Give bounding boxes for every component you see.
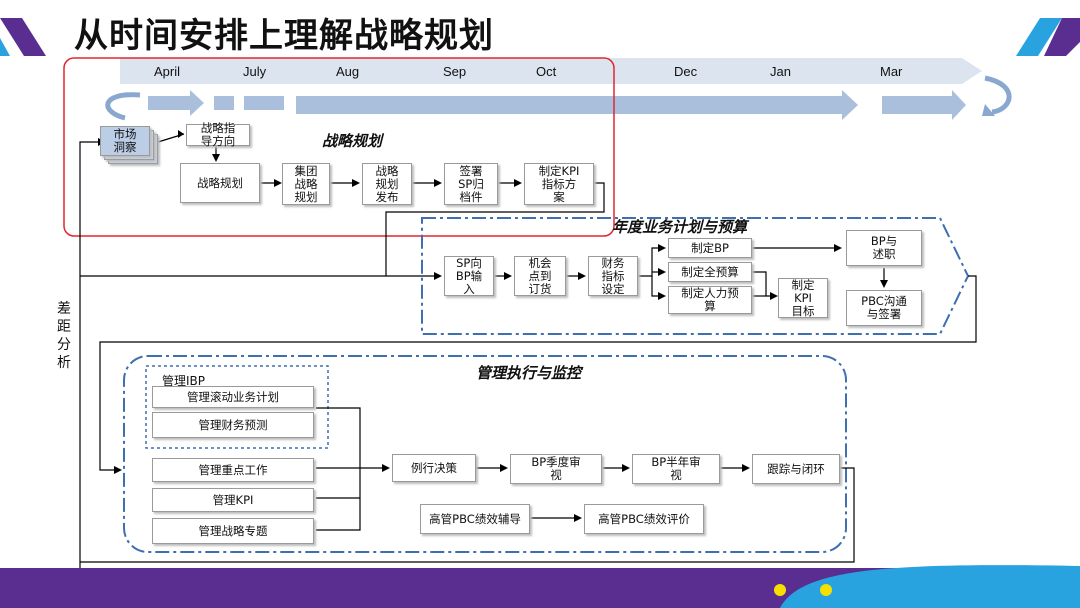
bp-quarter-review-box: BP季度审 视	[510, 454, 602, 484]
market-insight-box: 市场 洞察	[100, 126, 150, 156]
strategy-topic-box: 管理战略专题	[152, 518, 314, 544]
group-strategy-box: 集团 战略 规划	[282, 163, 330, 205]
pbc-sign-box: PBC沟通 与签署	[846, 290, 922, 326]
bp-half-review-box: BP半年审 视	[632, 454, 720, 484]
track-close-box: 跟踪与闭环	[752, 454, 840, 484]
strategy-plan-box: 战略规划	[180, 163, 260, 203]
month-aug: Aug	[336, 64, 360, 79]
sign-sp-box: 签署 SP归 档件	[444, 163, 498, 205]
month-dec: Dec	[674, 64, 698, 79]
month-jan: Jan	[770, 64, 791, 79]
pbc-coaching-box: 高管PBC绩效辅导	[420, 504, 530, 534]
page-title: 从时间安排上理解战略规划	[74, 16, 494, 56]
rolling-plan-box: 管理滚动业务计划	[152, 386, 314, 408]
gap-analysis-label: 差 距 分 析	[57, 301, 71, 371]
timeline-dash-2	[244, 96, 284, 110]
timeline-arrow-main	[296, 90, 858, 120]
section-annual-label: 年度业务计划与预算	[612, 218, 748, 236]
month-sep: Sep	[443, 64, 467, 79]
timeline-arrow-end	[882, 90, 966, 120]
month-april: April	[154, 64, 181, 79]
month-mar: Mar	[880, 64, 903, 79]
loop-arrow-right	[984, 75, 1012, 115]
strategy-release-box: 战略 规划 发布	[362, 163, 412, 205]
dot-yellow-1	[774, 584, 786, 596]
pbc-evaluation-box: 高管PBC绩效评价	[584, 504, 704, 534]
full-budget-box: 制定全预算	[668, 262, 752, 282]
month-oct: Oct	[536, 64, 557, 79]
corner-stripe-blue	[0, 38, 10, 56]
kpi-plan-box: 制定KPI 指标方 案	[524, 163, 594, 205]
strategy-guide-box: 战略指 导方向	[186, 122, 250, 148]
corner-stripe-purple	[0, 18, 46, 56]
make-bp-box: 制定BP	[668, 238, 752, 258]
bp-report-box: BP与 述职	[846, 230, 922, 266]
hr-budget-box: 制定人力预 算	[668, 286, 752, 314]
timeline-arrow-1	[148, 90, 204, 116]
section-strategy-label: 战略规划	[322, 132, 383, 150]
finance-target-box: 财务 指标 设定	[588, 256, 638, 296]
sp-to-bp-box: SP向 BP输 入	[444, 256, 494, 296]
manage-kpi-box: 管理KPI	[152, 488, 314, 512]
dot-yellow-2	[820, 584, 832, 596]
routine-decision-box: 例行决策	[392, 454, 476, 482]
opportunity-box: 机会 点到 订货	[514, 256, 566, 296]
kpi-target-box: 制定 KPI 目标	[778, 278, 828, 318]
key-work-box: 管理重点工作	[152, 458, 314, 482]
month-july: July	[243, 64, 267, 79]
timeline-dash-1	[214, 96, 234, 110]
section-execution-label: 管理执行与监控	[476, 364, 582, 382]
finance-forecast-box: 管理财务预测	[152, 412, 314, 438]
loop-arrow-left	[105, 92, 141, 121]
